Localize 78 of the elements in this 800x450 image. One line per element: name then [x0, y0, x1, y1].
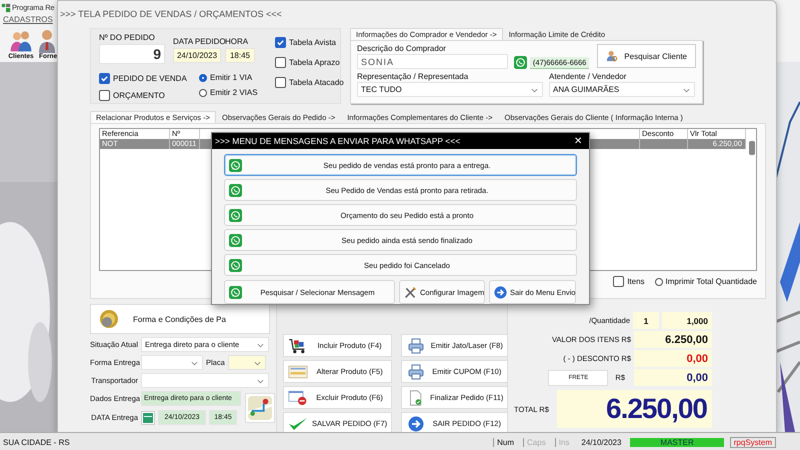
checkbox-label: Tabela Atacado — [289, 78, 344, 87]
menu-item[interactable]: CADASTROS — [3, 15, 53, 24]
dropdown[interactable]: ANA GUIMARÃES — [549, 82, 695, 97]
chevron-down-icon — [254, 361, 261, 366]
chevron-down-icon — [257, 343, 264, 348]
calendar-button[interactable] — [141, 410, 155, 424]
whatsapp-icon — [514, 56, 527, 69]
app-logo-icon — [1, 2, 11, 12]
checkbox-label: PEDIDO DE VENDA — [113, 74, 187, 83]
field-label: Representação / Representada — [357, 72, 470, 81]
quantity-field: 1,000 — [662, 312, 712, 329]
map-route-icon — [248, 396, 272, 420]
radio-button[interactable] — [199, 88, 207, 96]
tools-icon — [404, 286, 417, 298]
radio-label: Emitir 1 VIA — [210, 73, 252, 82]
checkbox-label: ORÇAMENTO — [113, 91, 165, 100]
payment-button[interactable]: Forma e Condições de Pa — [90, 304, 270, 334]
coins-icon — [99, 309, 119, 329]
status-key: Num — [493, 438, 518, 446]
field-label: DATA PEDIDO — [173, 37, 225, 46]
form-icon — [288, 364, 308, 380]
checkbox-label: Tabela Aprazo — [289, 58, 340, 67]
total-field: 6.250,00 — [557, 390, 712, 428]
radio-button[interactable] — [654, 278, 663, 286]
status-user: MASTER — [630, 438, 724, 446]
chevron-down-icon — [531, 88, 538, 93]
people-icon — [8, 29, 34, 53]
checkbox[interactable] — [275, 37, 286, 48]
radio-label: Imprimir Total Quantidade — [666, 277, 757, 286]
checkbox[interactable] — [99, 90, 110, 101]
window-title: >>> TELA PEDIDO DE VENDAS / ORÇAMENTOS <<< — [59, 8, 283, 21]
field-label: Nº DO PEDIDO — [99, 33, 156, 42]
person-search-icon — [606, 50, 618, 62]
checkbox-label: Tabela Avista — [289, 38, 336, 47]
time-field[interactable]: 18:45 — [225, 48, 255, 63]
items-count-field: 1 — [633, 312, 659, 329]
checkbox[interactable] — [613, 276, 624, 287]
buyer-field[interactable]: SONIA — [357, 54, 508, 69]
field-label: HORA — [225, 37, 250, 46]
status-key: Caps — [523, 438, 549, 446]
whatsapp-icon — [229, 286, 242, 298]
delete-icon — [288, 390, 308, 406]
date-field[interactable]: 24/10/2023 — [173, 48, 221, 63]
dropdown[interactable]: TEC TUDO — [357, 82, 543, 97]
whatsapp-icon — [229, 234, 242, 246]
arrow-circle-icon — [406, 416, 426, 432]
person-icon — [39, 29, 55, 53]
field-label: Atendente / Vendedor — [549, 72, 628, 81]
checkbox[interactable] — [275, 77, 286, 88]
chevron-down-icon — [683, 88, 690, 93]
order-number-field[interactable]: 9 — [99, 44, 165, 64]
whatsapp-icon — [229, 158, 242, 172]
chevron-down-icon — [191, 361, 198, 366]
radio-button[interactable] — [199, 74, 207, 82]
calendar-icon — [143, 412, 153, 422]
status-brand: rpqSystem — [730, 436, 776, 448]
radio-label: Emitir 2 VIAS — [210, 88, 258, 97]
printer-icon — [406, 364, 426, 380]
search-client-button[interactable]: Pesquisar Cliente — [597, 44, 696, 68]
dialog-title: >>> MENU DE MENSAGENS A ENVIAR PARA WHATSAPP <<< — [215, 136, 460, 146]
discount-field: 0,00 — [634, 350, 712, 367]
map-button[interactable] — [245, 393, 275, 423]
items-value-field: 6.250,00 — [634, 331, 712, 348]
checkbox[interactable] — [99, 73, 110, 84]
whatsapp-icon — [229, 258, 242, 272]
freight-field: 0,00 — [634, 369, 712, 386]
status-date: 24/10/2023 — [580, 438, 622, 446]
status-key: Ins — [554, 438, 572, 446]
whatsapp-icon — [229, 208, 242, 222]
chevron-down-icon — [257, 379, 264, 384]
scrollbar[interactable] — [749, 141, 755, 155]
printer-icon — [406, 338, 426, 354]
checkbox[interactable] — [275, 57, 286, 68]
field-label: Descrição do Comprador — [357, 44, 447, 53]
arrow-circle-icon — [494, 286, 507, 298]
whatsapp-icon — [229, 184, 242, 196]
checkbox-label: Itens — [627, 277, 645, 286]
status-text: SUA CIDADE - RS — [2, 438, 71, 446]
